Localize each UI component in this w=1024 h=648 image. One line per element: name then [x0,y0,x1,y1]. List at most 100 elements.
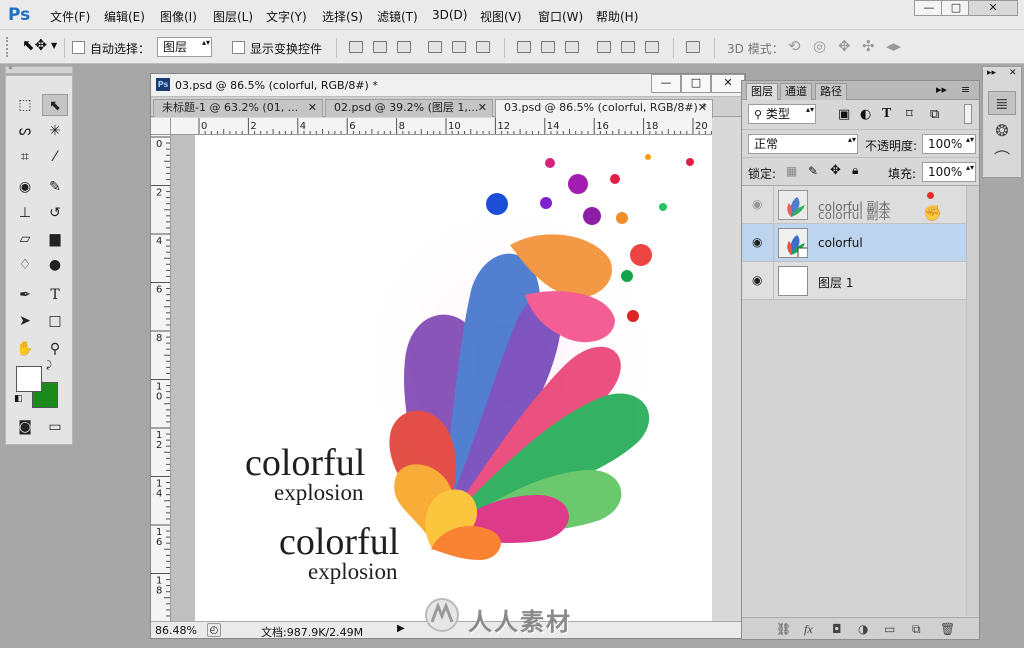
layers-scrollbar[interactable] [966,186,979,616]
distribute-right-icon[interactable] [645,41,659,53]
app-minimize-button[interactable]: — [914,0,944,16]
layers-panel-button-icon[interactable]: ≣ [988,91,1016,115]
shape-layer-filter-icon[interactable]: ⌑ [906,107,913,122]
align-left-icon[interactable] [428,41,442,53]
visibility-eye-icon[interactable]: ◉ [752,274,766,286]
blur-tool-icon[interactable]: ♢ [12,254,38,276]
lock-image-pixels-icon[interactable]: ✎ [808,164,818,178]
smart-object-filter-icon[interactable]: ⧉ [930,107,939,122]
menu-3d[interactable]: 3D(D) [432,8,467,22]
menu-file[interactable]: 文件(F) [50,8,90,25]
auto-select-target-select[interactable]: 图层 [157,37,212,57]
channels-panel-button-icon[interactable]: ❂ [988,119,1016,143]
layer-row-selected[interactable]: ◉ colorful [742,224,966,262]
tab-paths[interactable]: 路径 [815,83,847,100]
align-right-icon[interactable] [476,41,490,53]
paths-panel-button-icon[interactable]: ⌒ [988,147,1016,171]
clone-stamp-tool-icon[interactable]: ⊥ [12,202,38,224]
opacity-input[interactable]: 100% [922,134,976,154]
layer-style-fx-icon[interactable]: fx [804,622,813,637]
document-tab-active[interactable]: 03.psd @ 86.5% (colorful, RGB/8#) * ✕ [495,99,713,118]
canvas-area[interactable]: colorful explosion colorful explosion [171,135,712,621]
horizontal-ruler[interactable]: 0 2 4 6 8 10 12 14 16 18 20 [171,118,712,135]
tab-close-icon[interactable]: ✕ [478,100,487,116]
document-close-button[interactable]: ✕ [711,74,745,93]
scale-3d-icon[interactable]: ◂▸ [886,37,901,55]
distribute-vertical-center-icon[interactable] [541,41,555,53]
expand-dock-icon[interactable]: ▸▸ [987,68,996,78]
menu-image[interactable]: 图像(I) [160,8,197,25]
adjustment-layer-icon[interactable]: ◑ [858,622,868,636]
status-info-icon[interactable]: ◴ [207,623,221,637]
menu-select[interactable]: 选择(S) [322,8,363,25]
distribute-top-icon[interactable] [517,41,531,53]
lock-position-icon[interactable]: ✥ [830,163,841,178]
eraser-tool-icon[interactable]: ▱ [12,228,38,250]
document-tab[interactable]: 未标题-1 @ 63.2% (01, ... ✕ [153,99,323,117]
align-horizontal-center-icon[interactable] [452,41,466,53]
collapse-toolbox-icon[interactable]: « [8,63,13,72]
type-layer-filter-icon[interactable]: T [882,106,891,122]
screen-mode-icon[interactable]: ▭ [42,416,68,438]
magic-wand-tool-icon[interactable]: ✳ [42,120,68,142]
spot-healing-tool-icon[interactable]: ◉ [12,176,38,198]
menu-view[interactable]: 视图(V) [480,8,522,25]
drag-3d-icon[interactable]: ✥ [838,37,851,55]
vertical-ruler[interactable]: 024681012141618 [151,135,171,621]
delete-layer-icon[interactable]: 🗑︎ [940,622,955,636]
menu-edit[interactable]: 编辑(E) [104,8,145,25]
move-tool-preset-icon[interactable]: ⬉✥ [22,36,47,54]
menu-filter[interactable]: 滤镜(T) [377,8,418,25]
add-mask-icon[interactable]: ◘ [832,622,842,636]
move-tool-icon[interactable]: ⬉ [42,94,68,116]
eyedropper-tool-icon[interactable]: ⁄ [42,146,68,168]
tab-close-icon[interactable]: ✕ [308,100,317,116]
preset-dropdown-icon[interactable]: ▼ [51,41,57,50]
menu-layer[interactable]: 图层(L) [213,8,253,25]
toolbox-header[interactable]: « [5,63,73,74]
lock-transparent-pixels-icon[interactable]: ▦ [786,164,797,178]
brush-tool-icon[interactable]: ✎ [42,176,68,198]
document-titlebar[interactable]: Ps 03.psd @ 86.5% (colorful, RGB/8#) * —… [151,74,745,97]
pen-tool-icon[interactable]: ✒ [12,284,38,306]
tab-channels[interactable]: 通道 [780,83,812,100]
show-transform-checkbox[interactable] [232,41,245,54]
document-maximize-button[interactable]: □ [681,74,711,93]
slide-3d-icon[interactable]: ✣ [862,37,875,55]
blend-mode-select[interactable]: 正常 [748,134,858,154]
crop-tool-icon[interactable]: ⌗ [12,146,38,168]
rectangle-shape-tool-icon[interactable]: □ [42,310,68,332]
align-bottom-icon[interactable] [397,41,411,53]
app-close-button[interactable]: ✕ [968,0,1018,16]
filter-toggle-switch[interactable] [964,104,972,124]
lock-all-icon[interactable]: 🔒︎ [852,163,858,178]
history-brush-tool-icon[interactable]: ↺ [42,202,68,224]
visibility-eye-icon[interactable]: ◉ [752,236,766,248]
dock-close-icon[interactable]: ✕ [1009,68,1017,78]
collapse-panel-icon[interactable]: ▸▸ [936,83,947,96]
rotate-3d-icon[interactable]: ⟲ [788,37,801,55]
app-maximize-button[interactable]: □ [941,0,971,16]
ruler-origin[interactable] [151,118,171,135]
quick-mask-icon[interactable]: ◙ [12,416,38,438]
link-layers-icon[interactable]: ⛓ [776,622,791,636]
auto-select-checkbox[interactable] [72,41,85,54]
swap-colors-icon[interactable]: ⤸ [46,360,52,371]
document-tab[interactable]: 02.psd @ 39.2% (图层 1,... ✕ [325,99,493,117]
roll-3d-icon[interactable]: ◎ [813,37,826,55]
rectangular-marquee-tool-icon[interactable]: ⬚ [12,94,38,116]
options-grip[interactable] [6,37,9,57]
adjustment-layer-filter-icon[interactable]: ◐ [860,107,871,122]
foreground-color-swatch-front[interactable] [16,366,42,392]
distribute-left-icon[interactable] [597,41,611,53]
artboard[interactable]: colorful explosion colorful explosion [195,135,712,621]
gradient-tool-icon[interactable]: ▆ [42,228,68,250]
distribute-bottom-icon[interactable] [565,41,579,53]
tab-close-icon[interactable]: ✕ [698,100,707,116]
menu-window[interactable]: 窗口(W) [538,8,583,25]
new-group-icon[interactable]: ▭ [884,622,895,636]
zoom-tool-icon[interactable]: ⚲ [42,338,68,360]
panel-menu-icon[interactable]: ≡ [961,83,970,96]
lasso-tool-icon[interactable]: ᔕ [12,120,38,142]
new-layer-icon[interactable]: ⧉ [912,622,921,637]
